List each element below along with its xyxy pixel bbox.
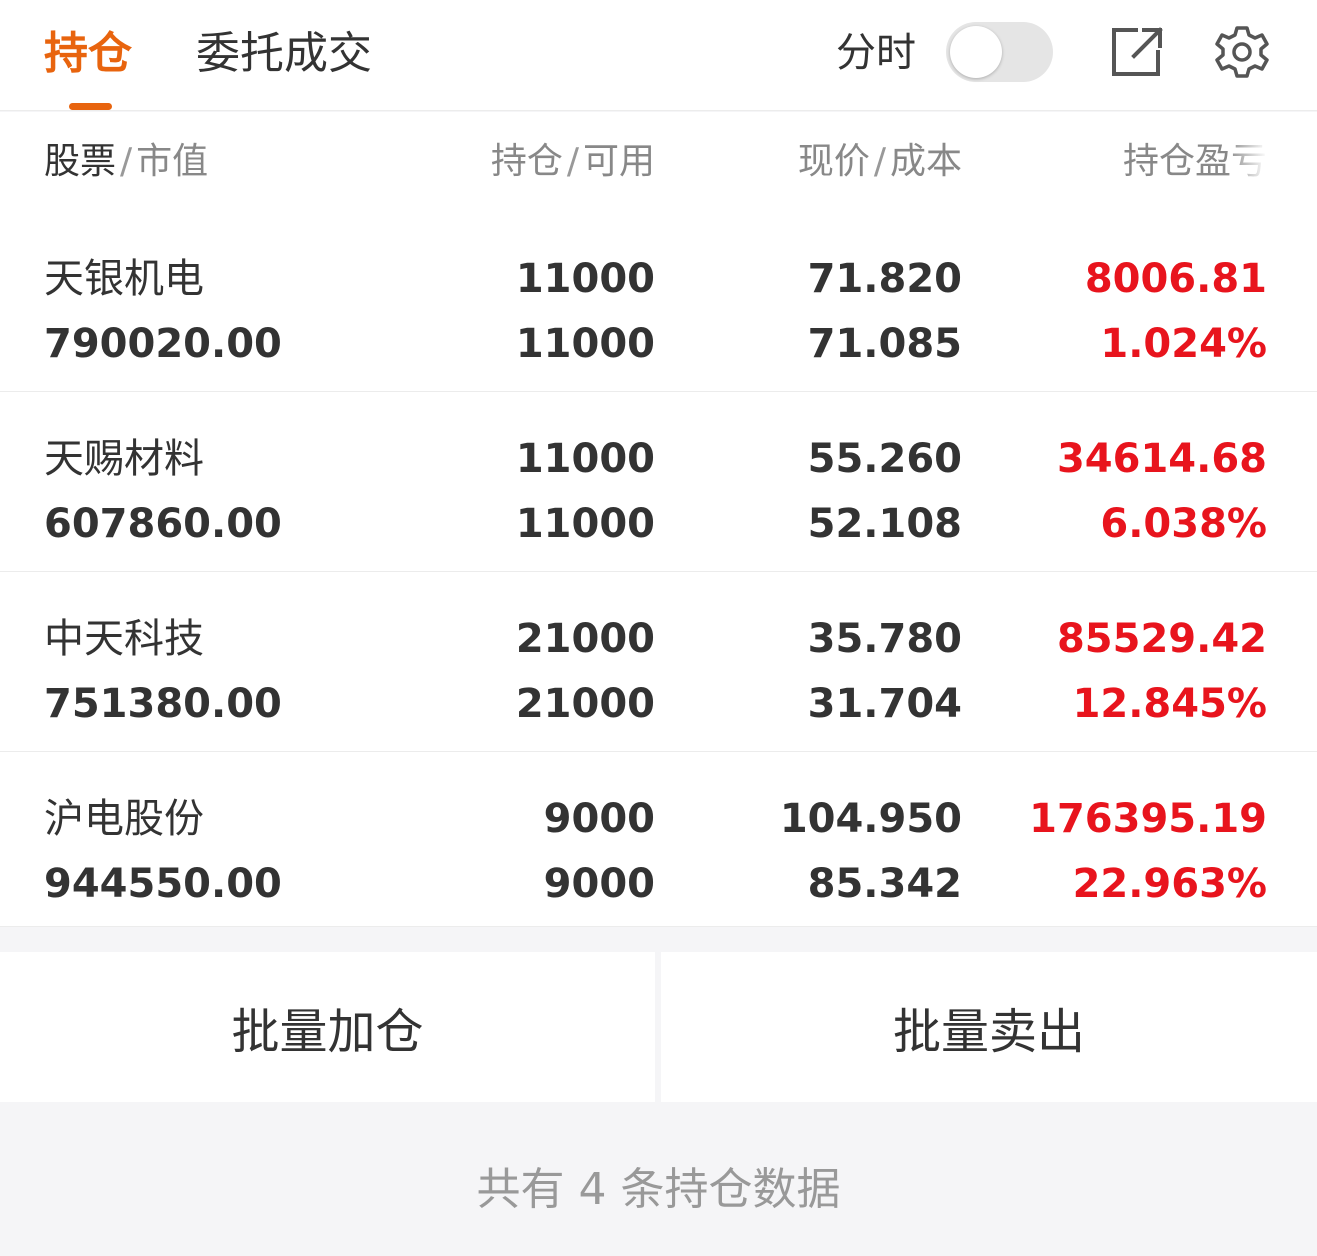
- col-market-value: 市值: [136, 141, 209, 182]
- col-separator: /: [120, 141, 133, 182]
- col-cost: 成本: [889, 141, 962, 182]
- tab-orders[interactable]: 委托成交: [196, 24, 372, 84]
- current-price: 55.260: [807, 436, 962, 482]
- timeshare-label: 分时: [836, 30, 916, 76]
- col-price: 现价: [797, 141, 870, 182]
- table-header: 股票 / 市值 持仓 / 可用 现价 / 成本 持仓盈亏: [0, 112, 1317, 212]
- position-qty: 11000: [515, 256, 655, 302]
- market-value: 944550.00: [44, 861, 282, 907]
- batch-add-button[interactable]: 批量加仓: [0, 952, 655, 1102]
- stock-name: 中天科技: [44, 616, 204, 662]
- active-tab-indicator: [69, 103, 112, 110]
- col-available: 可用: [582, 141, 655, 182]
- batch-sell-button[interactable]: 批量卖出: [661, 952, 1317, 1102]
- profit-loss: 34614.68: [1056, 436, 1267, 482]
- col-position: 持仓: [490, 141, 563, 182]
- col-separator: /: [566, 141, 579, 182]
- col-stock: 股票: [44, 141, 117, 182]
- cost-price: 52.108: [807, 501, 962, 547]
- col-separator: /: [873, 141, 886, 182]
- cost-price: 71.085: [807, 321, 962, 367]
- stock-name: 天赐材料: [44, 436, 204, 482]
- table-row[interactable]: 中天科技 751380.00 21000 21000 35.780 31.704…: [0, 572, 1317, 752]
- profit-loss-pct: 6.038%: [1100, 501, 1267, 547]
- available-qty: 9000: [543, 861, 655, 907]
- market-value: 607860.00: [44, 501, 282, 547]
- top-bar: 持仓 委托成交 分时: [0, 0, 1317, 111]
- table-row[interactable]: 沪电股份 944550.00 9000 9000 104.950 85.342 …: [0, 752, 1317, 927]
- profit-loss: 8006.81: [1084, 256, 1267, 302]
- market-value: 790020.00: [44, 321, 282, 367]
- current-price: 35.780: [807, 616, 962, 662]
- table-row[interactable]: 天银机电 790020.00 11000 11000 71.820 71.085…: [0, 212, 1317, 392]
- action-bar: 批量加仓 批量卖出: [0, 952, 1317, 1102]
- tab-holdings[interactable]: 持仓: [44, 24, 132, 84]
- gear-icon[interactable]: [1214, 24, 1270, 80]
- col-position-available: 持仓 / 可用: [491, 138, 655, 186]
- available-qty: 21000: [515, 681, 655, 727]
- cost-price: 31.704: [807, 681, 962, 727]
- cost-price: 85.342: [807, 861, 962, 907]
- col-stock-market-value: 股票 / 市值: [44, 138, 208, 186]
- external-link-icon[interactable]: [1110, 24, 1166, 80]
- holdings-table: 股票 / 市值 持仓 / 可用 现价 / 成本 持仓盈亏 天银机电 790020.00 11…: [0, 112, 1317, 927]
- profit-loss-pct: 22.963%: [1072, 861, 1267, 907]
- current-price: 71.820: [807, 256, 962, 302]
- profit-loss: 176395.19: [1029, 796, 1267, 842]
- profit-loss: 85529.42: [1056, 616, 1267, 662]
- stock-name: 沪电股份: [44, 796, 204, 842]
- header-fade: [1227, 138, 1267, 186]
- holdings-count-summary: 共有 4 条持仓数据: [476, 1164, 841, 1215]
- col-price-cost: 现价 / 成本: [798, 138, 962, 186]
- position-qty: 21000: [515, 616, 655, 662]
- table-row[interactable]: 天赐材料 607860.00 11000 11000 55.260 52.108…: [0, 392, 1317, 572]
- position-qty: 11000: [515, 436, 655, 482]
- toggle-knob: [950, 26, 1002, 78]
- timeshare-toggle[interactable]: [946, 22, 1053, 82]
- position-qty: 9000: [543, 796, 655, 842]
- available-qty: 11000: [515, 501, 655, 547]
- market-value: 751380.00: [44, 681, 282, 727]
- stock-name: 天银机电: [44, 256, 204, 302]
- available-qty: 11000: [515, 321, 655, 367]
- current-price: 104.950: [779, 796, 962, 842]
- profit-loss-pct: 12.845%: [1072, 681, 1267, 727]
- profit-loss-pct: 1.024%: [1100, 321, 1267, 367]
